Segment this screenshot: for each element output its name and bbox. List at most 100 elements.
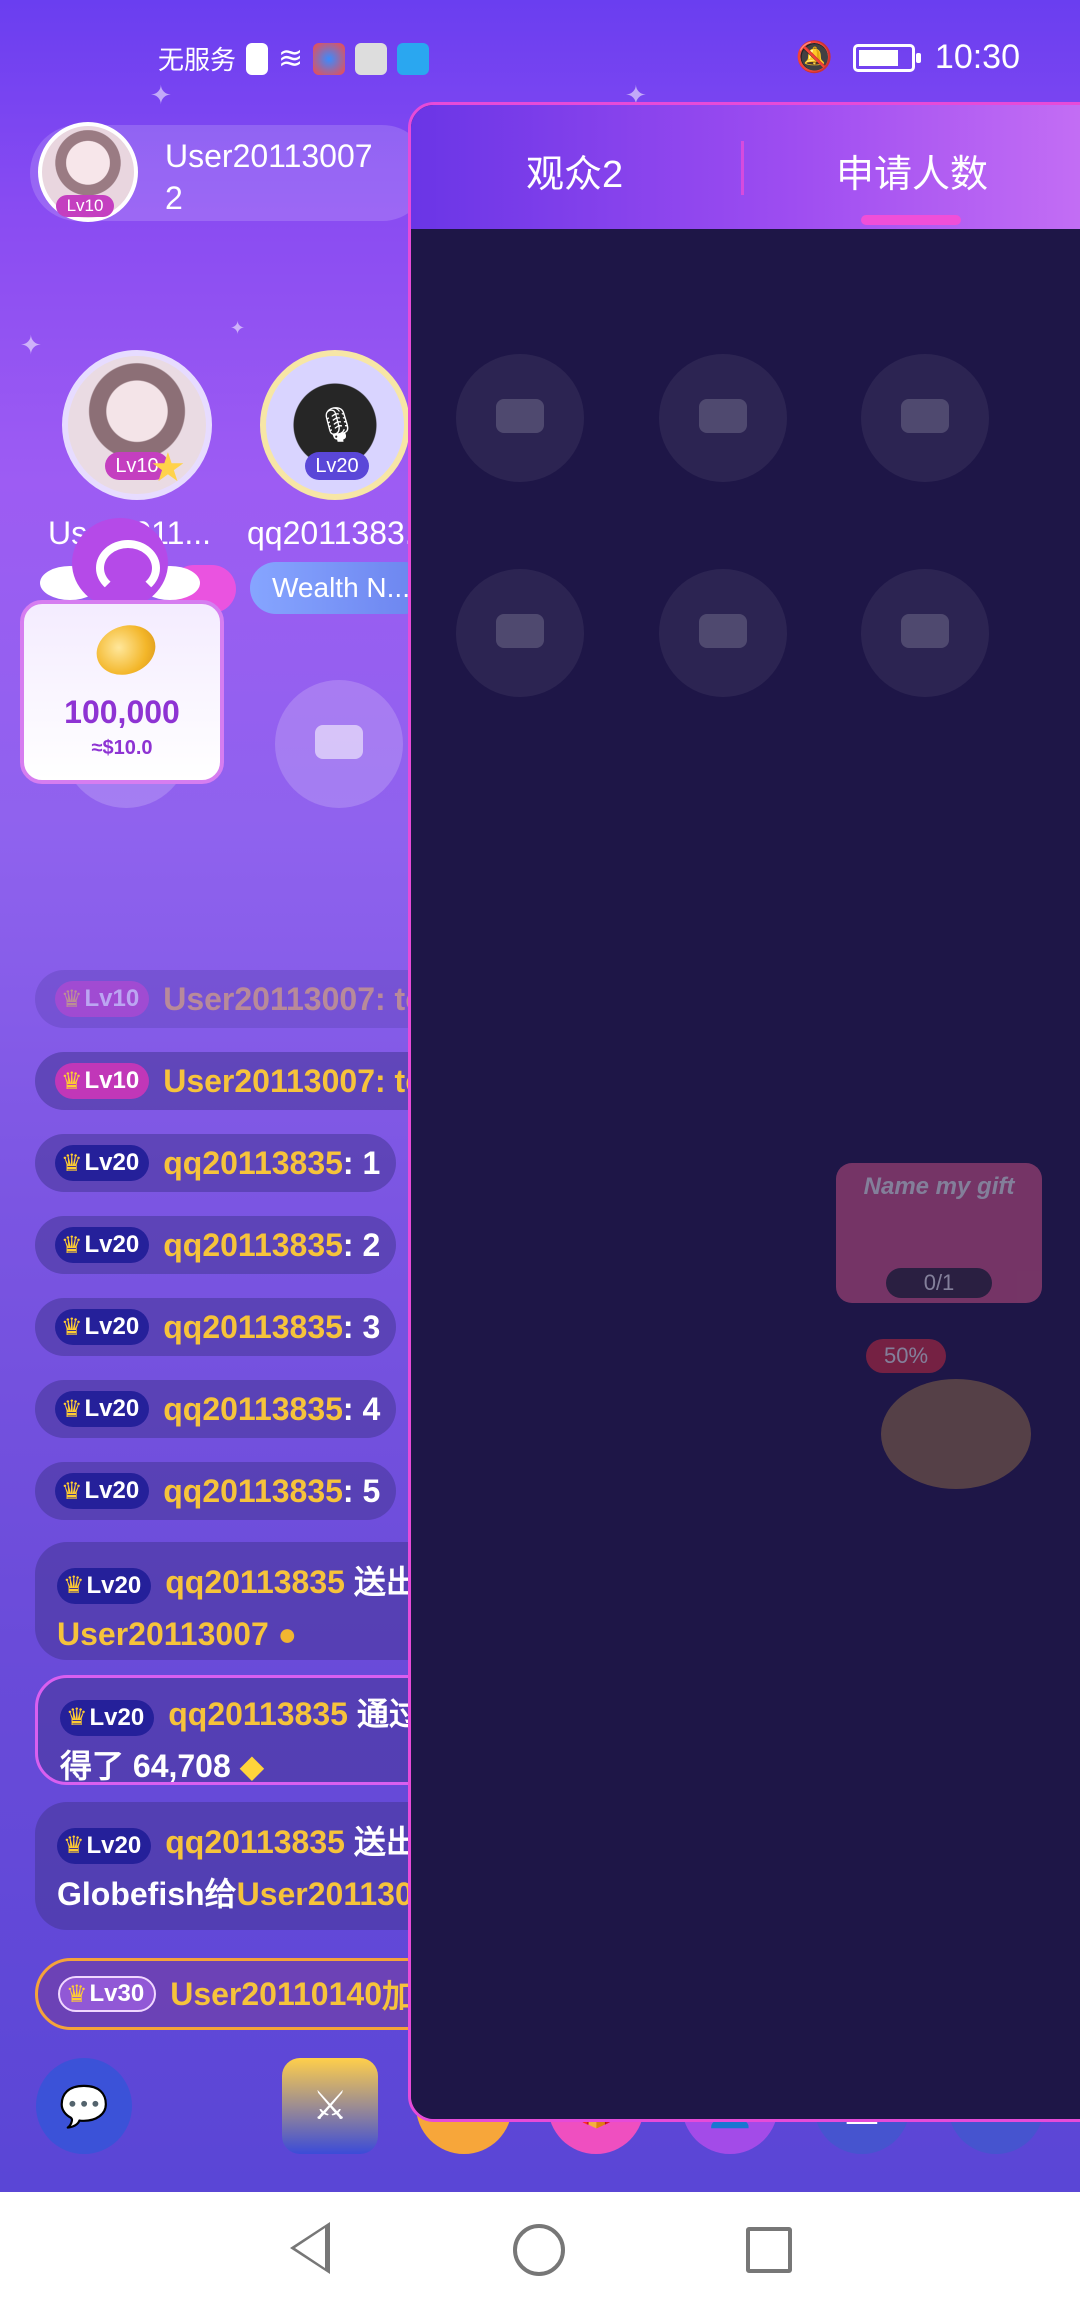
name-my-gift-progress: 0/1 (886, 1268, 992, 1298)
back-icon-inner (295, 2228, 325, 2268)
system-nav-bar (0, 2192, 1080, 2310)
crown-icon: ♛ (63, 1832, 85, 1859)
sofa-icon (315, 725, 363, 759)
chat-message[interactable]: ♛ Lv20 qq20113835 : 1 (35, 1134, 397, 1192)
mute-bell-icon: 🔕 (795, 41, 833, 74)
seat-2-name: qq2011383... (247, 515, 432, 551)
sparkle-icon: ✦ (20, 330, 42, 360)
sofa-icon (699, 614, 747, 648)
chat-username[interactable]: qq20113835 (163, 1391, 343, 1428)
level-badge: ♛ Lv20 (55, 1309, 150, 1345)
seat-request-panel: 观众2 申请人数 Name my gift 0/1 50% (408, 102, 1080, 2122)
empty-seat (456, 569, 584, 697)
huawei-app-icon (355, 42, 388, 75)
level-badge: ♛ Lv10 (55, 981, 150, 1017)
live-room: ✦ ✦ ✦ ✦ 无服务 ≋ 🔕 10:30 Lv10 User20113007 … (0, 0, 1080, 2192)
crown-icon: ♛ (66, 1704, 88, 1731)
name-my-gift-title: Name my gift (863, 1173, 1015, 1200)
chat-message[interactable]: ♛ Lv20 qq20113835 : 5 (35, 1462, 397, 1520)
crown-icon: ♛ (61, 1313, 83, 1341)
crown-icon: ♛ (61, 1477, 83, 1505)
chat-username[interactable]: qq20113835 (163, 1145, 343, 1182)
crown-icon: ♛ (66, 1980, 88, 2008)
host-level-badge: Lv10 (56, 195, 114, 217)
join-username[interactable]: User20110140 (170, 1976, 382, 2013)
diamond-icon: ◆ (239, 1748, 265, 1784)
gift-usd: ≈$10.0 (91, 737, 153, 759)
gift-amount: 100,000 (64, 694, 180, 730)
gift-item: Globefish给 (57, 1876, 237, 1912)
chat-username[interactable]: User20113007 (163, 1063, 375, 1100)
tab-audience[interactable]: 观众2 (526, 143, 623, 198)
tab-divider (741, 141, 744, 195)
browser-app-icon (313, 42, 346, 75)
chat-text: : 1 (342, 1144, 381, 1181)
level-badge: ♛ Lv20 (55, 1145, 150, 1181)
chat-text: : 5 (342, 1472, 381, 1509)
empty-seat (861, 569, 989, 697)
chat-username[interactable]: qq20113835 (163, 1309, 343, 1346)
mascot-icon (72, 518, 168, 608)
chat-username[interactable]: qq20113835 (163, 1227, 343, 1264)
gift-username[interactable]: qq20113835 (168, 1696, 348, 1732)
chat-message[interactable]: ♛ Lv20 qq20113835 : 3 (35, 1298, 397, 1356)
carrier-text: 无服务 (158, 45, 237, 75)
crown-icon: ♛ (61, 985, 83, 1013)
chat-text: : 2 (342, 1226, 381, 1263)
sofa-icon (496, 614, 544, 648)
sim-icon (246, 42, 269, 75)
empty-seat[interactable] (275, 680, 403, 808)
crown-icon: ♛ (61, 1395, 83, 1423)
sofa-icon (901, 399, 949, 433)
chat-username[interactable]: qq20113835 (163, 1473, 343, 1510)
level-badge: ♛ Lv20 (55, 1227, 150, 1263)
swords-shield-icon: ⚔ (312, 2084, 348, 2128)
level-badge: ♛ Lv20 (60, 1700, 155, 1736)
chat-message[interactable]: ♛ Lv20 qq20113835 : 2 (35, 1216, 397, 1274)
gift-username[interactable]: qq20113835 (165, 1564, 345, 1600)
crown-icon: ♛ (61, 1231, 83, 1259)
gift-target[interactable]: User20113007 (57, 1616, 269, 1652)
chat-button[interactable]: 💬 (36, 2058, 132, 2154)
crown-icon: ♛ (61, 1067, 83, 1095)
host-name: User20113007 2 (165, 138, 373, 216)
empty-seat (861, 354, 989, 482)
gift-emoji-icon: ● (277, 1616, 297, 1652)
gift-username[interactable]: qq20113835 (165, 1824, 345, 1860)
battle-button[interactable]: ⚔ (282, 2058, 378, 2154)
chat-text: : 4 (342, 1390, 381, 1427)
gift-win-text: 得了 64,708 (60, 1748, 231, 1784)
level-badge: ♛ Lv10 (55, 1063, 150, 1099)
chat-message[interactable]: ♛ Lv20 qq20113835 : 4 (35, 1380, 397, 1438)
recents-icon[interactable] (746, 2227, 792, 2273)
seat-2-level: Lv20 (305, 452, 369, 480)
promo-widget (881, 1379, 1031, 1489)
mic-muted-icon: 🎙 (315, 406, 359, 444)
app-notification-icon (397, 42, 430, 75)
empty-seat (659, 569, 787, 697)
sparkle-icon: ✦ (230, 318, 246, 338)
panel-tabs: 观众2 申请人数 (411, 105, 1080, 229)
empty-seat (659, 354, 787, 482)
gift-card[interactable]: 100,000 ≈$10.0 (20, 600, 224, 784)
empty-seat (456, 354, 584, 482)
active-tab-indicator (861, 215, 961, 225)
level-badge: ♛ Lv20 (57, 1828, 152, 1864)
sofa-icon (901, 614, 949, 648)
tab-applicants[interactable]: 申请人数 (836, 143, 988, 198)
wealth-badge: Wealth N... (250, 562, 430, 614)
applicant-list: Name my gift 0/1 50% (411, 229, 1080, 2119)
chat-username[interactable]: User20113007 (163, 981, 375, 1018)
wifi-icon: ≋ (278, 42, 304, 75)
home-icon[interactable] (513, 2224, 565, 2276)
sofa-icon (496, 399, 544, 433)
star-badge-icon: ★ (150, 446, 186, 490)
level-badge: ♛ Lv30 (58, 1976, 157, 2012)
bean-icon (89, 617, 163, 683)
clock: 10:30 (934, 38, 1020, 76)
chat-bubble-icon: 💬 (59, 2084, 109, 2129)
battery-icon (852, 43, 921, 72)
level-badge: ♛ Lv20 (55, 1391, 150, 1427)
sofa-icon (699, 399, 747, 433)
crown-icon: ♛ (61, 1149, 83, 1177)
